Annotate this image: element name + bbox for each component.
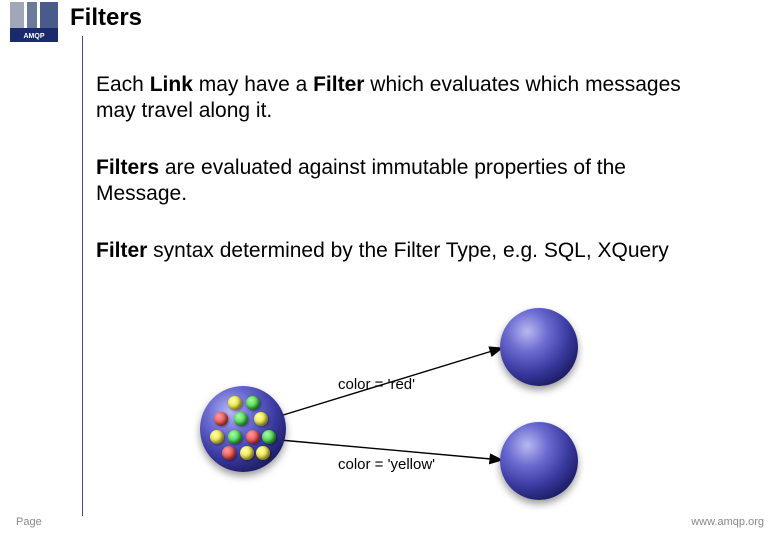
message-dot-green [262,430,276,444]
message-dot-green [234,412,248,426]
text-bold-filter: Filter [313,73,364,96]
text-fragment: syntax determined by the Filter Type, e.… [147,239,668,262]
destination-node-1 [500,308,578,386]
message-dot-yellow [254,412,268,426]
text-bold-filter: Filter [96,239,147,262]
message-dot-green [246,396,260,410]
message-dot-yellow [240,446,254,460]
filter-label-1: color = 'red' [338,376,415,393]
text-fragment: are evaluated against immutable properti… [96,156,626,205]
footer-page-label: Page [16,516,42,528]
paragraph-3: Filter syntax determined by the Filter T… [96,238,716,264]
footer-url: www.amqp.org [691,516,764,528]
slide-title: Filters [70,4,142,32]
message-dot-yellow [228,396,242,410]
filter-label-2: color = 'yellow' [338,456,435,473]
message-dot-yellow [256,446,270,460]
message-dot-red [246,430,260,444]
text-bold-link: Link [150,73,193,96]
text-fragment: Each [96,73,150,96]
vertical-divider [82,36,83,516]
text-bold-filters: Filters [96,156,159,179]
destination-node-2 [500,422,578,500]
message-dot-yellow [210,430,224,444]
message-dot-red [214,412,228,426]
paragraph-2: Filters are evaluated against immutable … [96,155,716,208]
text-fragment: may have a [193,73,313,96]
source-node-sphere [200,386,286,472]
paragraph-1: Each Link may have a Filter which evalua… [96,72,716,125]
logo-text-svg: AMQP [24,33,45,40]
amqp-logo: AMQP [10,2,58,42]
message-dot-red [222,446,236,460]
filter-diagram: color = 'red' color = 'yellow' [160,296,720,506]
message-dot-green [228,430,242,444]
